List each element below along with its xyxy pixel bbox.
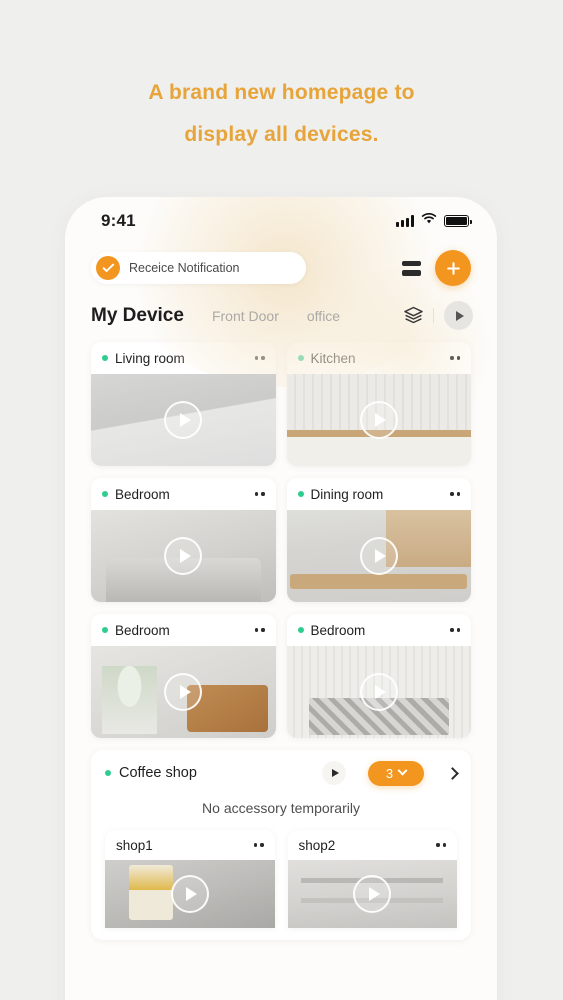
device-card[interactable]: Living room <box>91 342 276 466</box>
shop-name: shop1 <box>116 837 153 853</box>
card-header: Living room <box>91 342 276 374</box>
play-icon[interactable] <box>164 673 203 711</box>
device-thumbnail[interactable] <box>286 510 471 602</box>
device-thumbnail[interactable] <box>91 374 276 466</box>
play-icon[interactable] <box>359 401 398 439</box>
coffee-shop-section: Coffee shop 3 No accessory temporarily s… <box>91 750 471 940</box>
tab-my-device[interactable]: My Device <box>91 305 184 327</box>
play-icon[interactable] <box>359 673 398 711</box>
device-card[interactable]: Bedroom <box>91 478 276 602</box>
headline-line-2: display all devices. <box>184 123 379 146</box>
receive-notification-pill[interactable]: Receice Notification <box>91 252 306 284</box>
play-icon[interactable] <box>164 401 203 439</box>
more-options-icon[interactable] <box>254 352 265 363</box>
status-dot-online <box>102 355 108 361</box>
notification-row: Receice Notification <box>65 245 497 291</box>
divider <box>433 308 434 323</box>
play-icon[interactable] <box>170 875 209 913</box>
device-card[interactable]: Kitchen <box>286 342 472 466</box>
tab-bar: My Device Front Door office <box>65 291 497 342</box>
play-icon[interactable] <box>164 537 203 575</box>
wifi-icon <box>421 212 437 230</box>
status-dot-online <box>102 491 108 497</box>
device-name: Living room <box>115 350 185 366</box>
page-root: A brand new homepage to display all devi… <box>0 0 563 1000</box>
device-count-badge[interactable]: 3 <box>368 760 424 786</box>
status-time: 9:41 <box>101 211 136 230</box>
chevron-down-icon <box>397 765 408 776</box>
device-card[interactable]: Bedroom <box>91 614 276 738</box>
device-card[interactable]: Dining room <box>286 478 472 602</box>
status-dot-online <box>102 627 108 633</box>
more-options-icon[interactable] <box>253 839 264 850</box>
section-header: Coffee shop 3 <box>91 750 471 796</box>
device-name: Bedroom <box>310 622 366 638</box>
device-card[interactable]: Bedroom <box>286 614 472 738</box>
device-grid: Living room Kitchen Bedroom Dining room … <box>65 342 497 738</box>
tab-front-door[interactable]: Front Door <box>212 308 279 324</box>
count-value: 3 <box>385 765 394 781</box>
shop-name: shop2 <box>298 837 336 853</box>
notification-label: Receice Notification <box>129 261 240 275</box>
device-name: Dining room <box>310 486 384 502</box>
card-header: shop1 <box>105 830 275 860</box>
shop-card[interactable]: shop1 <box>105 830 275 928</box>
shop-card[interactable]: shop2 <box>287 830 458 928</box>
shop-thumbnail[interactable] <box>287 860 457 928</box>
device-thumbnail[interactable] <box>286 374 471 466</box>
section-title: Coffee shop <box>119 765 197 781</box>
card-header: Bedroom <box>91 478 276 510</box>
battery-icon <box>444 215 472 227</box>
play-icon[interactable] <box>359 537 398 575</box>
card-header: Bedroom <box>287 614 472 646</box>
status-dot-online <box>105 770 111 776</box>
headline-line-1: A brand new homepage to <box>148 81 415 104</box>
play-all-button[interactable] <box>444 301 473 330</box>
play-icon[interactable] <box>353 875 392 913</box>
status-dot-online <box>297 355 304 361</box>
more-options-icon[interactable] <box>436 839 446 850</box>
status-dot-online <box>297 627 304 633</box>
empty-state-text: No accessory temporarily <box>202 800 360 816</box>
list-view-icon[interactable] <box>398 257 425 280</box>
device-thumbnail[interactable] <box>91 510 276 602</box>
status-icons <box>396 212 472 230</box>
status-dot-online <box>297 491 304 497</box>
more-options-icon[interactable] <box>450 352 460 363</box>
status-bar: 9:41 <box>65 197 497 245</box>
cellular-signal-icon <box>396 215 414 227</box>
device-name: Kitchen <box>310 350 356 366</box>
chevron-right-icon[interactable] <box>446 766 459 780</box>
card-header: Bedroom <box>91 614 276 646</box>
device-thumbnail[interactable] <box>286 646 471 738</box>
check-icon <box>96 256 120 280</box>
card-header: Dining room <box>287 478 472 510</box>
tab-office[interactable]: office <box>307 308 340 324</box>
add-device-button[interactable] <box>435 250 471 286</box>
layers-icon[interactable] <box>403 306 424 325</box>
more-options-icon[interactable] <box>450 488 460 499</box>
more-options-icon[interactable] <box>254 624 265 635</box>
page-title: A brand new homepage to display all devi… <box>0 72 563 156</box>
device-name: Bedroom <box>115 622 170 638</box>
device-thumbnail[interactable] <box>91 646 276 738</box>
more-options-icon[interactable] <box>254 488 265 499</box>
more-options-icon[interactable] <box>450 624 460 635</box>
phone-mockup: 9:41 Receice Notification My Device Fron… <box>65 197 497 1000</box>
shop-grid: shop1 shop2 <box>91 830 471 928</box>
device-name: Bedroom <box>115 486 170 502</box>
card-header: Kitchen <box>287 342 472 374</box>
card-header: shop2 <box>288 830 458 860</box>
shop-thumbnail[interactable] <box>105 860 275 928</box>
section-play-button[interactable] <box>322 761 346 785</box>
